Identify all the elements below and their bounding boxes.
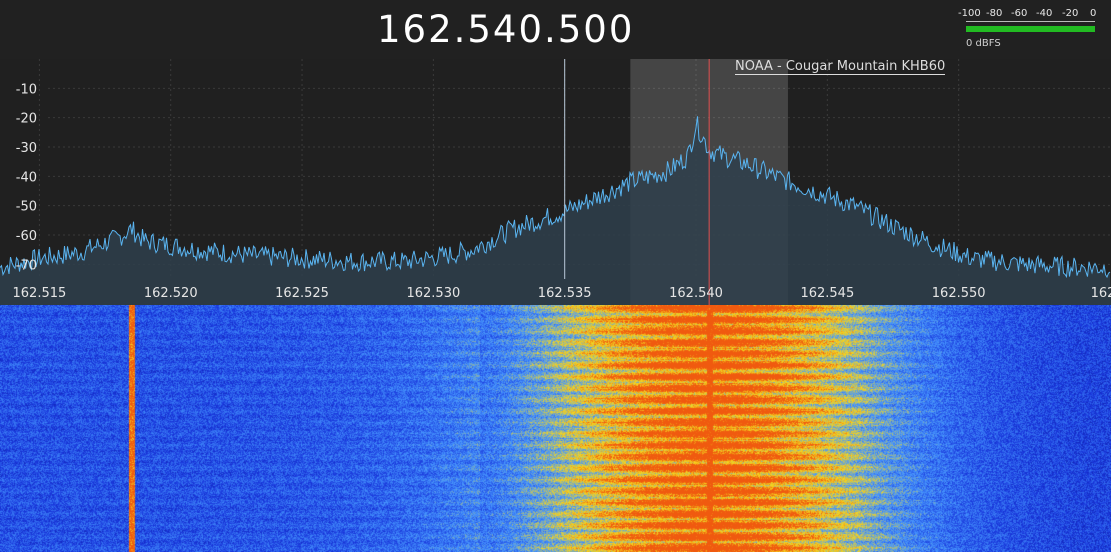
- y-tick-label: -70: [16, 258, 37, 273]
- waterfall-display[interactable]: [0, 305, 1111, 552]
- spectrum-fill: [0, 116, 1111, 305]
- x-tick-label: 162: [1091, 286, 1111, 301]
- signal-level-meter: -100 -80 -60 -40 -20 0 0 dBFS: [958, 8, 1098, 52]
- frequency-display[interactable]: 162.540.500: [377, 8, 634, 51]
- x-tick-label: 162.525: [275, 286, 329, 301]
- x-tick-label: 162.545: [800, 286, 854, 301]
- x-tick-label: 162.540: [669, 286, 723, 301]
- x-tick-label: 162.520: [144, 286, 198, 301]
- meter-tick: -40: [1036, 8, 1053, 19]
- meter-level-bar: [966, 26, 1095, 32]
- meter-unit-label: 0 dBFS: [966, 38, 1001, 49]
- y-tick-label: -10: [16, 82, 37, 97]
- meter-tick: -20: [1062, 8, 1079, 19]
- y-tick-label: -60: [16, 229, 37, 244]
- y-tick-label: -50: [16, 200, 37, 215]
- frequency-bar: 162.540.500 -100 -80 -60 -40 -20 0 0 dBF…: [0, 0, 1111, 59]
- x-tick-label: 162.530: [406, 286, 460, 301]
- waterfall-canvas[interactable]: [0, 305, 1111, 552]
- meter-tick: -80: [986, 8, 1003, 19]
- x-tick-label: 162.515: [13, 286, 67, 301]
- meter-tick-labels: -100 -80 -60 -40 -20 0: [958, 8, 1098, 20]
- y-tick-label: -30: [16, 141, 37, 156]
- spectrum-plot[interactable]: -10 -20 -30 -40 -50 -60 -70 162.515 162.520 162.5…: [0, 59, 1111, 305]
- meter-tick: -60: [1011, 8, 1028, 19]
- y-tick-label: -20: [16, 112, 37, 127]
- x-tick-label: 162.550: [932, 286, 986, 301]
- spectrum-chart[interactable]: -10 -20 -30 -40 -50 -60 -70 162.515 162.520 162.5…: [0, 59, 1111, 305]
- meter-tick: -100: [958, 8, 981, 19]
- x-tick-label: 162.535: [538, 286, 592, 301]
- bookmark-label[interactable]: NOAA - Cougar Mountain KHB60: [735, 59, 946, 75]
- y-tick-label: -40: [16, 170, 37, 185]
- meter-tick: 0: [1090, 8, 1097, 19]
